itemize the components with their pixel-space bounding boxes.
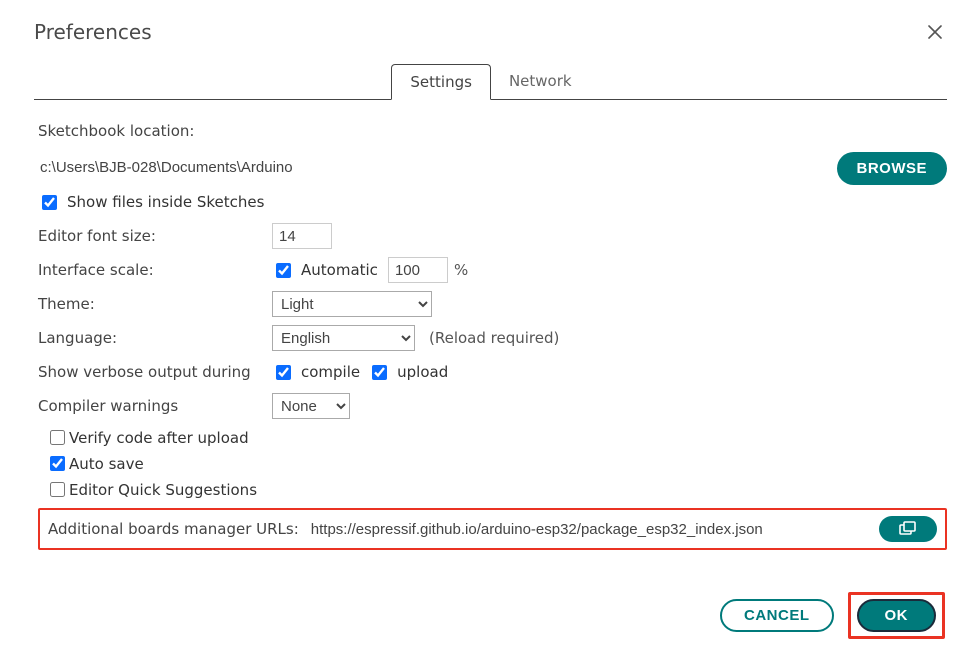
boards-expand-button[interactable]	[879, 516, 937, 542]
quick-suggestions-checkbox[interactable]	[50, 482, 65, 497]
tab-settings[interactable]: Settings	[391, 64, 491, 100]
auto-save-checkbox[interactable]	[50, 456, 65, 471]
reload-hint: (Reload required)	[429, 329, 559, 347]
automatic-scale-label: Automatic	[301, 261, 378, 279]
scale-unit-label: %	[454, 261, 468, 279]
compile-checkbox[interactable]	[276, 365, 291, 380]
tab-bar: Settings Network	[34, 64, 947, 100]
dialog-actions: CANCEL OK	[38, 592, 947, 639]
settings-panel: Sketchbook location: BROWSE Show files i…	[34, 118, 947, 639]
verbose-label: Show verbose output during	[38, 363, 266, 381]
language-select[interactable]: English	[272, 325, 415, 351]
verify-after-upload-label: Verify code after upload	[69, 429, 249, 447]
auto-save-label: Auto save	[69, 455, 144, 473]
font-size-label: Editor font size:	[38, 227, 266, 245]
tab-network[interactable]: Network	[491, 64, 590, 99]
boards-manager-urls-label: Additional boards manager URLs:	[48, 520, 299, 538]
close-icon[interactable]	[923, 20, 947, 44]
dialog-title: Preferences	[34, 20, 152, 44]
compile-label: compile	[301, 363, 360, 381]
scale-input[interactable]	[388, 257, 448, 283]
boards-manager-urls-input[interactable]	[307, 519, 879, 540]
show-files-label: Show files inside Sketches	[67, 193, 264, 211]
sketchbook-path-input[interactable]	[38, 152, 827, 182]
browse-button[interactable]: BROWSE	[837, 152, 948, 185]
boards-manager-group: Additional boards manager URLs:	[38, 508, 947, 550]
sketchbook-location-label: Sketchbook location:	[38, 122, 194, 140]
automatic-scale-checkbox[interactable]	[276, 263, 291, 278]
theme-label: Theme:	[38, 295, 266, 313]
ok-highlight: OK	[848, 592, 946, 639]
title-bar: Preferences	[34, 20, 947, 44]
compiler-warnings-label: Compiler warnings	[38, 397, 266, 415]
window-stack-icon	[899, 521, 917, 538]
language-label: Language:	[38, 329, 266, 347]
interface-scale-label: Interface scale:	[38, 261, 266, 279]
show-files-checkbox[interactable]	[42, 195, 57, 210]
compiler-warnings-select[interactable]: None	[272, 393, 350, 419]
quick-suggestions-label: Editor Quick Suggestions	[69, 481, 257, 499]
preferences-dialog: Preferences Settings Network Sketchbook …	[0, 0, 977, 659]
verify-after-upload-checkbox[interactable]	[50, 430, 65, 445]
font-size-input[interactable]	[272, 223, 332, 249]
theme-select[interactable]: Light	[272, 291, 432, 317]
upload-label: upload	[397, 363, 448, 381]
upload-checkbox[interactable]	[372, 365, 387, 380]
